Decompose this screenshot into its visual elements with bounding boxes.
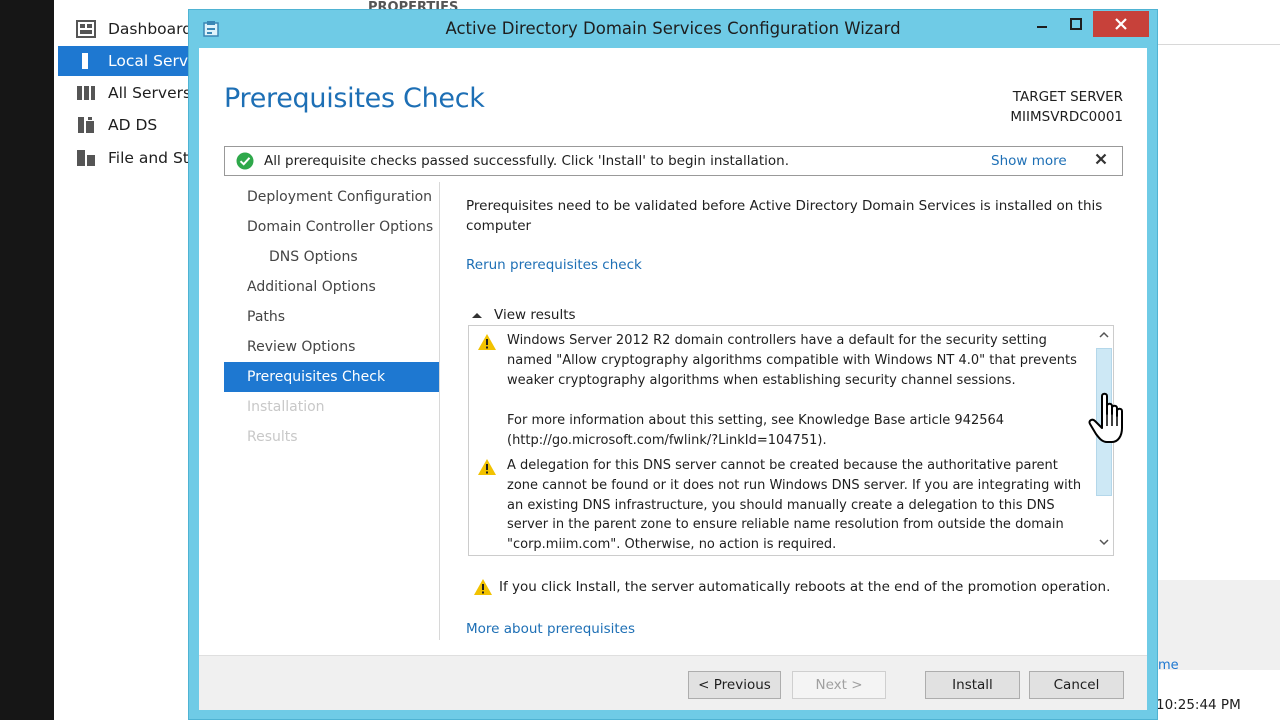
target-server-name: MIIMSVRDC0001: [1010, 109, 1123, 125]
view-results-label: View results: [494, 307, 576, 323]
right-pane-panel: [1158, 44, 1280, 484]
scroll-down-button[interactable]: [1095, 535, 1113, 553]
nav-item-label: Local Server: [108, 52, 190, 70]
ad-ds-icon: [78, 117, 94, 133]
result-text: For more information about this setting,…: [507, 413, 1005, 448]
close-icon: [1095, 153, 1107, 165]
intro-text: Prerequisites need to be validated befor…: [466, 198, 1103, 234]
window-title: Active Directory Domain Services Configu…: [445, 19, 901, 38]
chevron-down-icon: [1099, 539, 1109, 546]
warning-icon: [474, 579, 492, 595]
wizard-steps-nav: Deployment Configuration Domain Controll…: [224, 182, 439, 452]
wizard-client-area: Prerequisites Check TARGET SERVER MIIMSV…: [199, 48, 1147, 710]
show-more-link[interactable]: Show more: [991, 153, 1067, 169]
result-text: Windows Server 2012 R2 domain controller…: [507, 333, 1077, 388]
nav-item-all-servers[interactable]: All Servers: [58, 78, 190, 108]
chevron-up-icon: [1099, 331, 1109, 338]
banner-message: All prerequisite checks passed successfu…: [264, 153, 789, 169]
step-dns-options[interactable]: DNS Options: [224, 242, 439, 272]
target-server-label: TARGET SERVER: [1012, 89, 1123, 105]
target-server-block: TARGET SERVER MIIMSVRDC0001: [1010, 87, 1123, 127]
view-results-toggle[interactable]: View results: [466, 307, 576, 323]
rerun-prerequisites-link[interactable]: Rerun prerequisites check: [466, 257, 642, 273]
check-circle-icon: [236, 152, 254, 170]
file-storage-icon: [77, 150, 95, 166]
more-about-prerequisites-link[interactable]: More about prerequisites: [466, 621, 635, 637]
reboot-warning-text: If you click Install, the server automat…: [499, 579, 1111, 595]
nav-item-label: Dashboard: [108, 20, 190, 38]
configuration-wizard-window: Active Directory Domain Services Configu…: [188, 9, 1158, 720]
clock-text: 10:25:44 PM: [1156, 697, 1241, 713]
step-deployment-configuration[interactable]: Deployment Configuration: [224, 182, 439, 212]
status-banner: All prerequisite checks passed successfu…: [224, 146, 1123, 176]
minimize-icon: [1037, 26, 1047, 28]
nav-item-dashboard[interactable]: Dashboard: [58, 14, 190, 44]
right-pane-link[interactable]: me: [1158, 658, 1179, 673]
all-servers-icon: [77, 86, 95, 100]
step-additional-options[interactable]: Additional Options: [224, 272, 439, 302]
steps-divider: [439, 182, 440, 640]
server-manager-nav: Dashboard Local Server All Servers AD DS…: [54, 0, 190, 720]
dashboard-icon: [76, 20, 96, 38]
warning-icon: [478, 459, 496, 475]
page-content: Prerequisites need to be validated befor…: [466, 196, 1106, 323]
cancel-button[interactable]: Cancel: [1029, 671, 1124, 699]
step-prerequisites-check[interactable]: Prerequisites Check: [224, 362, 439, 392]
right-pane-gray-panel: [1158, 580, 1280, 670]
close-window-button[interactable]: [1093, 11, 1149, 37]
maximize-icon: [1070, 18, 1082, 30]
step-domain-controller-options[interactable]: Domain Controller Options: [224, 212, 439, 242]
step-paths[interactable]: Paths: [224, 302, 439, 332]
step-review-options[interactable]: Review Options: [224, 332, 439, 362]
close-icon: [1115, 18, 1127, 30]
nav-item-label: File and Storage Services: [108, 149, 190, 167]
scroll-up-button[interactable]: [1095, 328, 1113, 346]
nav-item-label: AD DS: [108, 116, 158, 134]
server-manager-dark-strip: [0, 0, 54, 720]
result-text: A delegation for this DNS server cannot …: [507, 458, 1082, 553]
step-installation: Installation: [247, 399, 325, 415]
warning-icon: [478, 334, 496, 350]
chevron-up-icon: [472, 313, 482, 318]
title-bar[interactable]: Active Directory Domain Services Configu…: [189, 10, 1157, 48]
hand-pointer-icon: [1088, 392, 1123, 443]
banner-close-button[interactable]: [1095, 150, 1107, 170]
install-button[interactable]: Install: [925, 671, 1020, 699]
previous-button[interactable]: < Previous: [688, 671, 781, 699]
step-results: Results: [247, 429, 298, 445]
nav-item-file-storage[interactable]: File and Storage Services: [58, 143, 190, 173]
nav-item-local-server[interactable]: Local Server: [58, 46, 190, 76]
maximize-button[interactable]: [1059, 11, 1093, 37]
local-server-icon: [82, 53, 88, 69]
results-list[interactable]: Windows Server 2012 R2 domain controller…: [468, 325, 1114, 556]
nav-item-label: All Servers: [108, 84, 190, 102]
next-button[interactable]: Next >: [792, 671, 886, 699]
reboot-warning: If you click Install, the server automat…: [473, 578, 1110, 596]
page-title: Prerequisites Check: [224, 83, 485, 114]
nav-item-ad-ds[interactable]: AD DS: [58, 110, 190, 140]
minimize-button[interactable]: [1025, 11, 1059, 37]
